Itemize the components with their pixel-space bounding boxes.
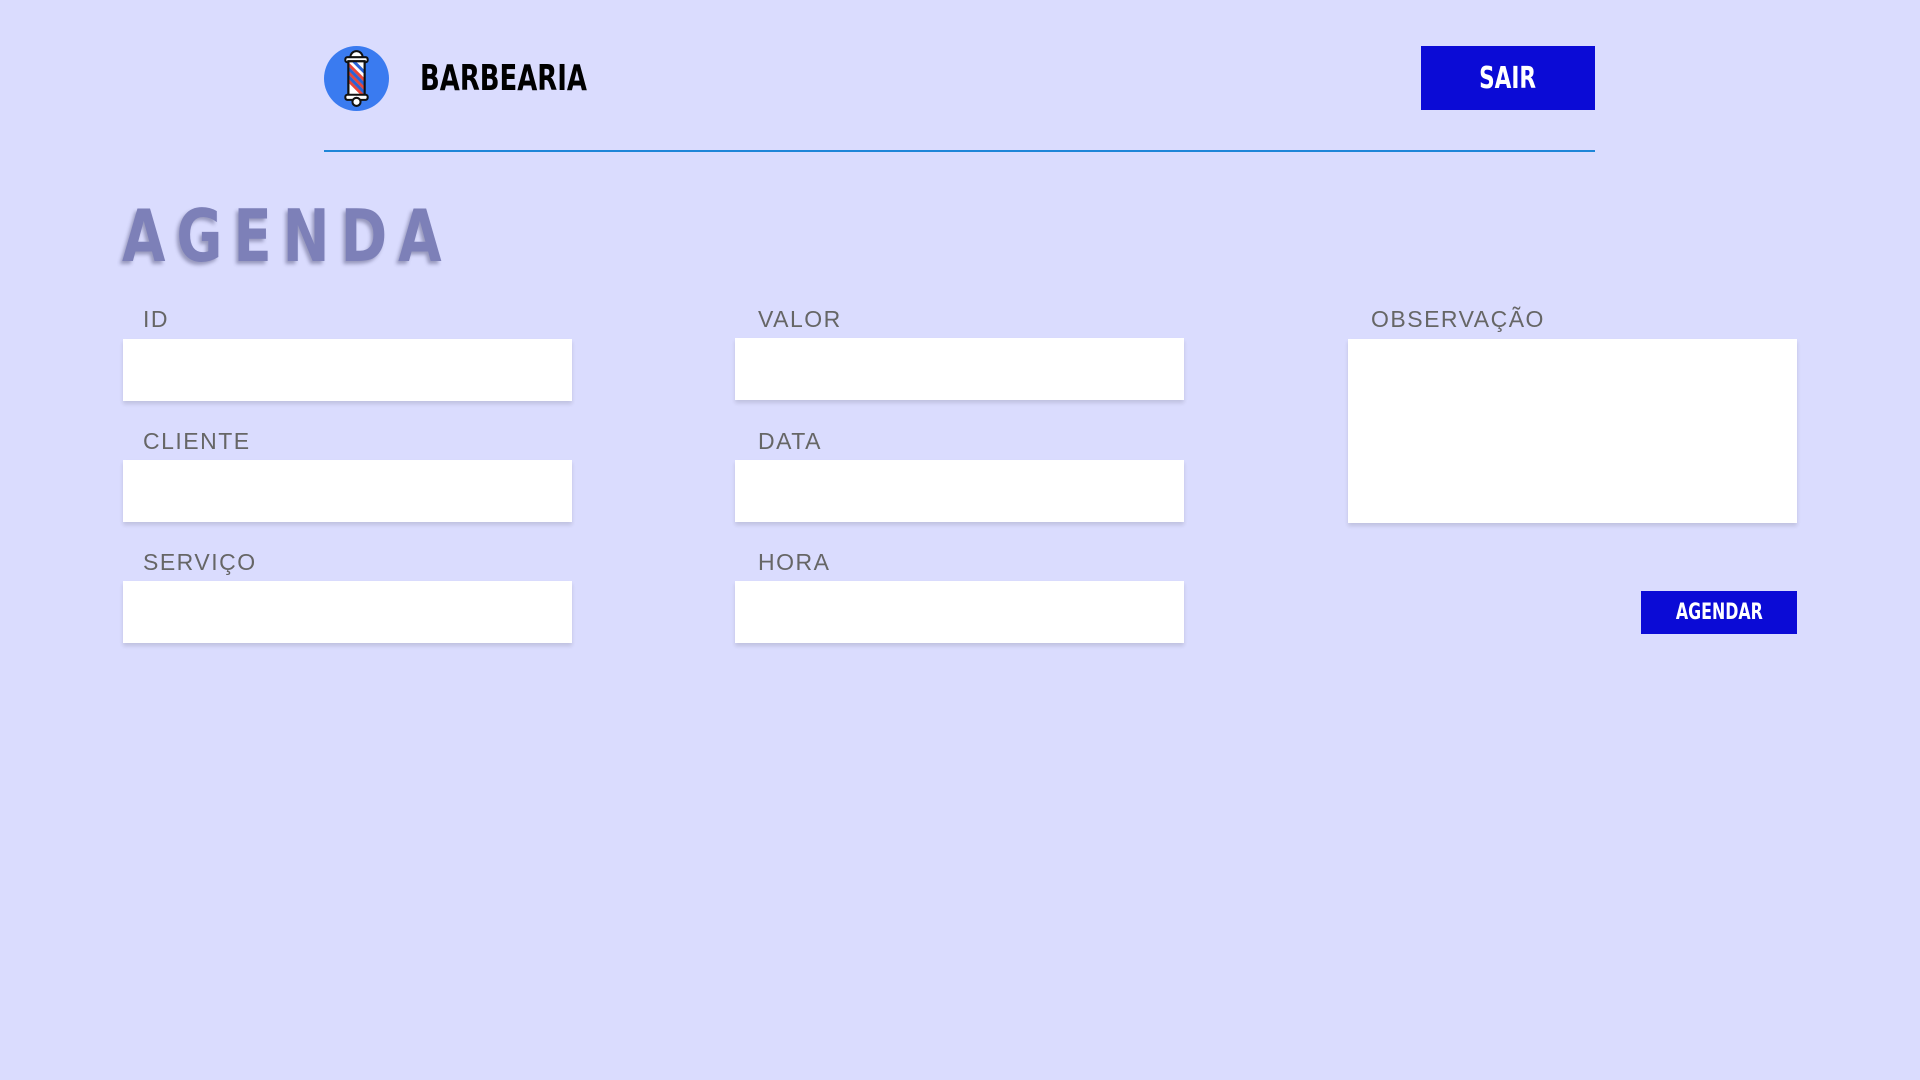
page-title: AGENDA <box>122 194 453 278</box>
schedule-button-label: AGENDAR <box>1675 600 1763 625</box>
logout-button[interactable]: SAIR <box>1421 46 1595 110</box>
hora-input[interactable] <box>735 581 1184 643</box>
observacao-label: OBSERVAÇÃO <box>1371 306 1545 332</box>
brand-name: BARBEARIA <box>420 58 587 99</box>
cliente-label: CLIENTE <box>143 428 251 454</box>
schedule-button[interactable]: AGENDAR <box>1641 591 1797 634</box>
data-input[interactable] <box>735 460 1184 522</box>
servico-label: SERVIÇO <box>143 549 257 575</box>
header-divider <box>324 150 1595 152</box>
cliente-input[interactable] <box>123 460 572 522</box>
valor-input[interactable] <box>735 338 1184 400</box>
hora-label: HORA <box>758 549 831 575</box>
observacao-textarea[interactable] <box>1348 339 1797 523</box>
servico-input[interactable] <box>123 581 572 643</box>
valor-label: VALOR <box>758 306 842 332</box>
id-input[interactable] <box>123 339 572 401</box>
barber-pole-icon <box>324 46 389 111</box>
logout-button-label: SAIR <box>1479 60 1537 96</box>
id-label: ID <box>143 306 169 332</box>
data-label: DATA <box>758 428 822 454</box>
